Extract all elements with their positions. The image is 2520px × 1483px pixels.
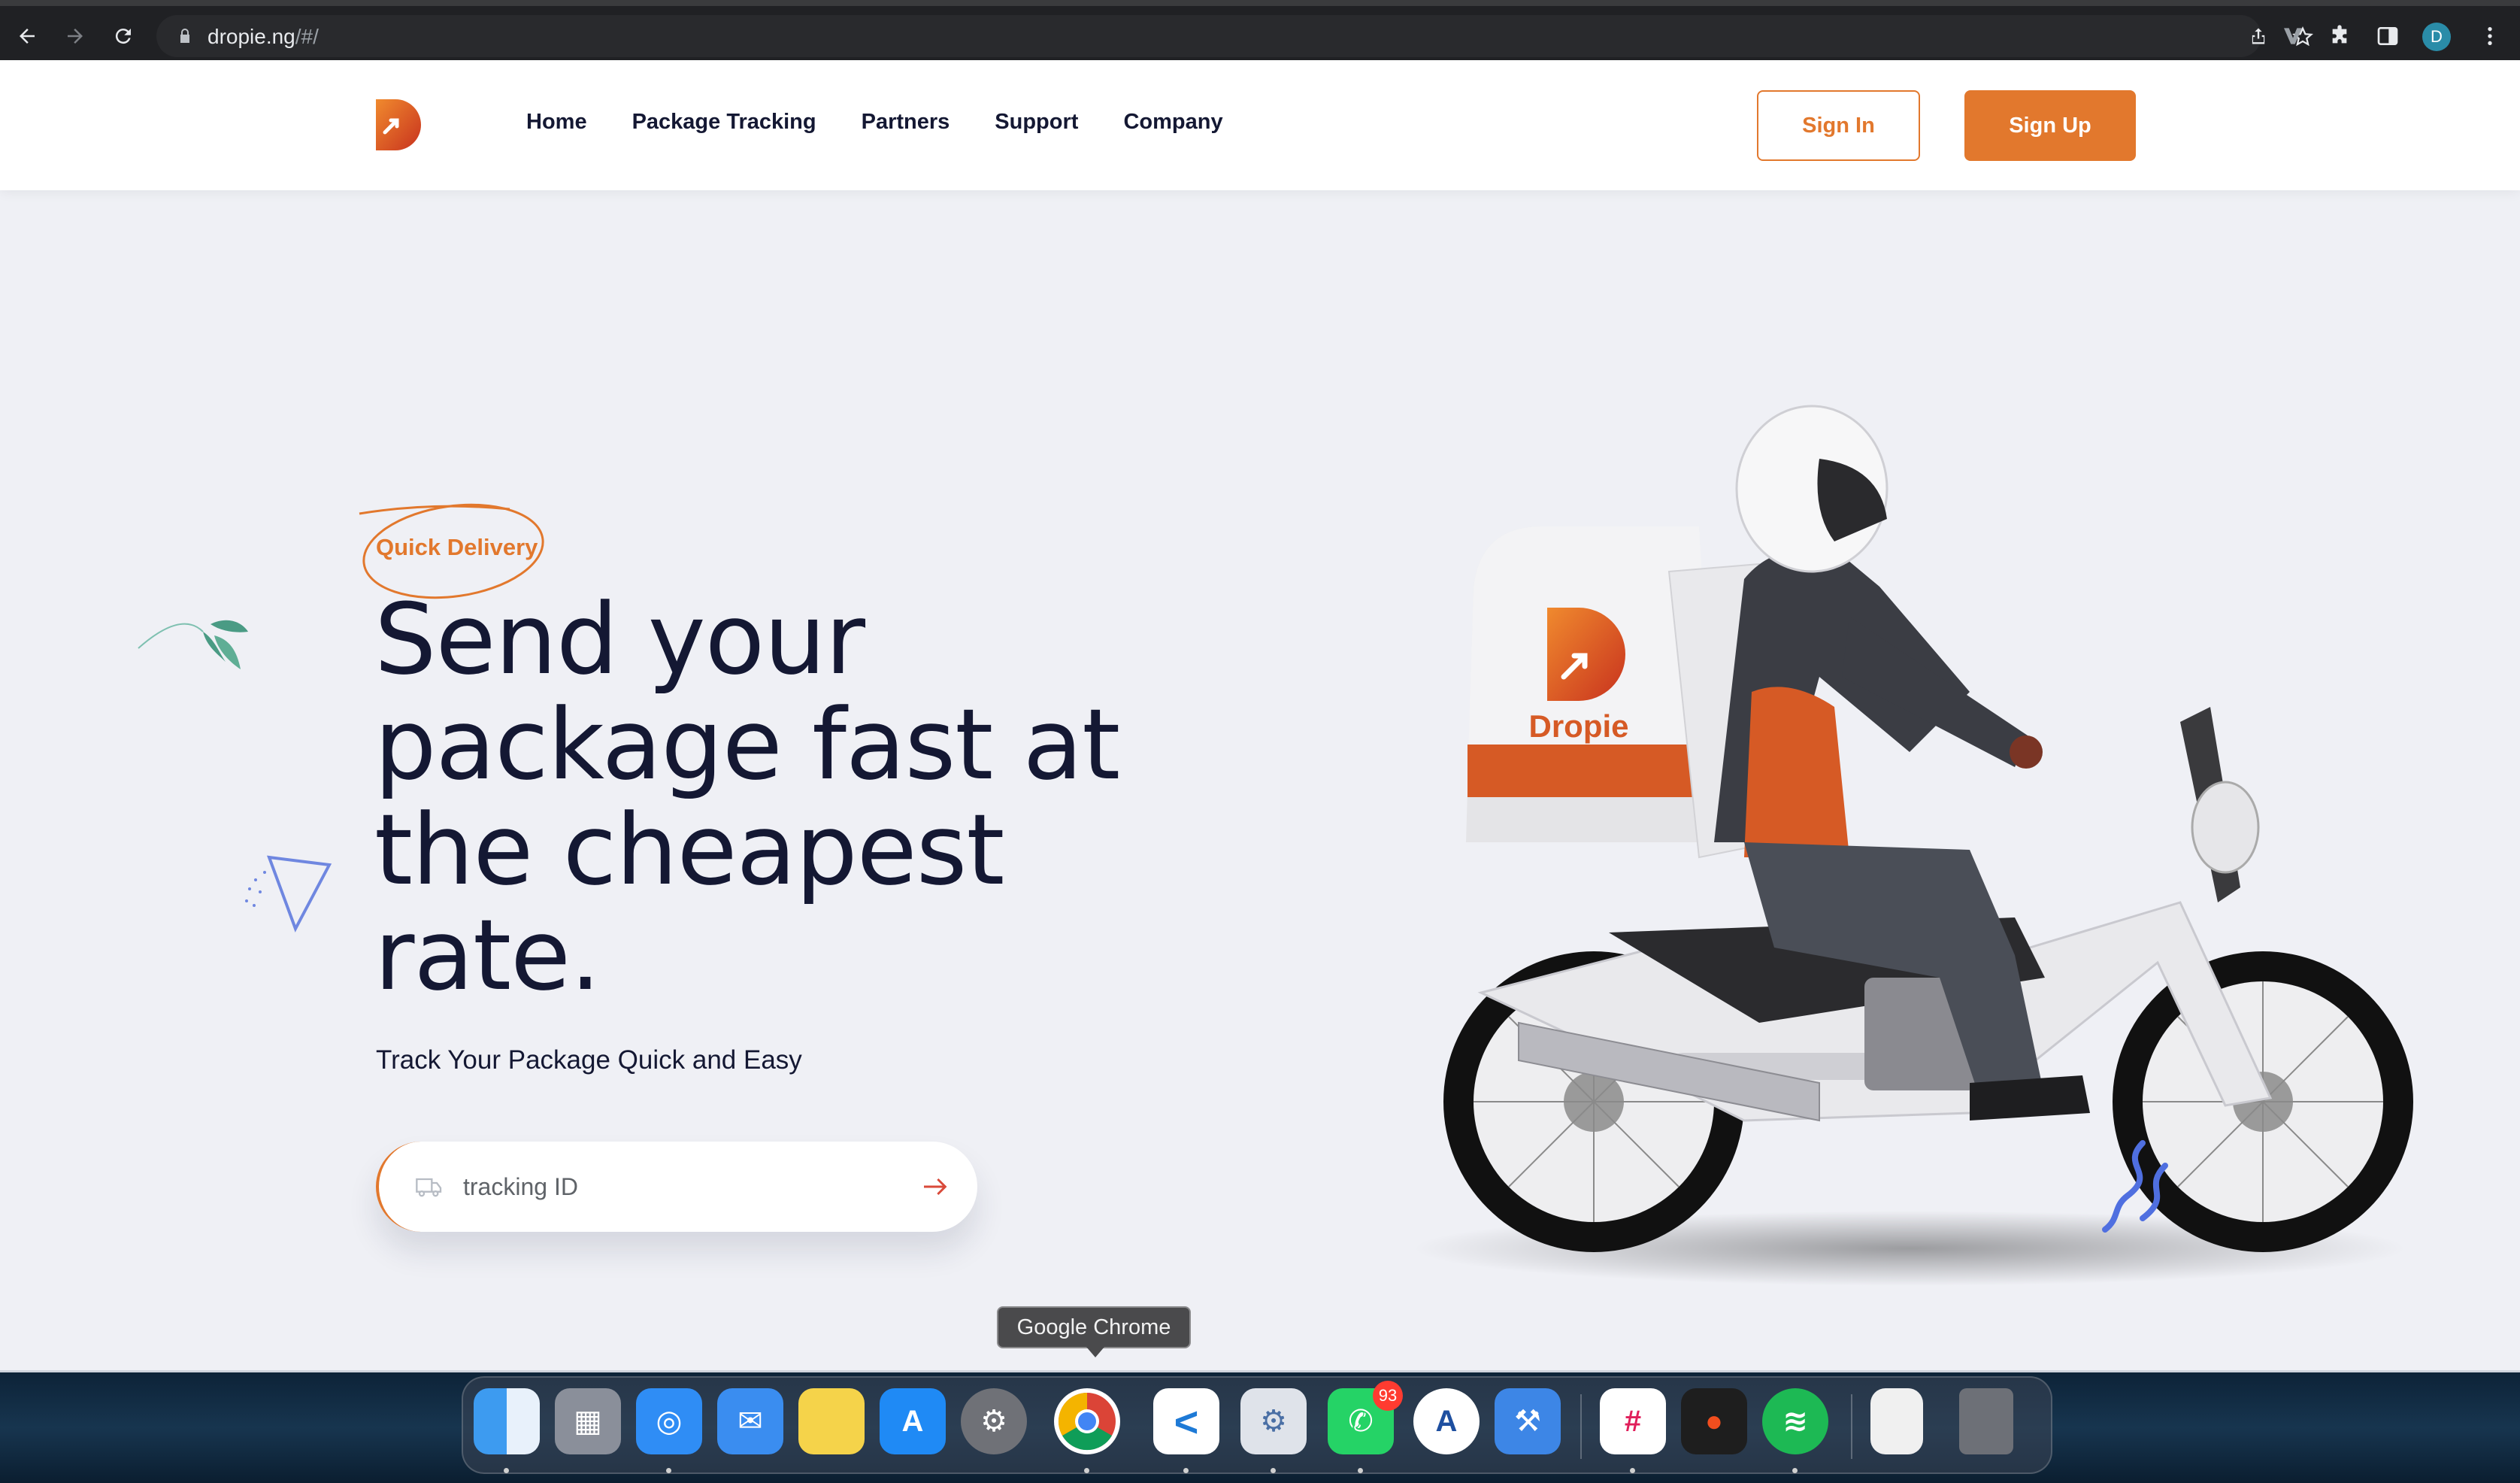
main-nav: Home Package Tracking Partners Support C… <box>526 110 1223 135</box>
dock-tooltip: Google Chrome <box>997 1306 1191 1357</box>
xcode-icon[interactable]: ⚒ <box>1495 1388 1561 1454</box>
dock-separator <box>1851 1394 1852 1459</box>
hero-subtitle: Track Your Package Quick and Easy <box>376 1045 802 1075</box>
running-indicator <box>1183 1468 1189 1473</box>
app-store-icon[interactable]: A <box>880 1388 946 1454</box>
nav-home[interactable]: Home <box>526 110 587 135</box>
sign-in-button[interactable]: Sign In <box>1757 90 1920 161</box>
reload-button[interactable] <box>105 18 141 54</box>
site-header: Home Package Tracking Partners Support C… <box>0 60 2520 190</box>
instruments-glyph: A <box>1435 1404 1458 1438</box>
dropie-logo[interactable] <box>374 98 423 152</box>
tracking-search-box <box>376 1142 977 1232</box>
chrome-menu-icon[interactable] <box>2478 24 2502 48</box>
address-bar[interactable]: dropie.ng/#/ <box>156 15 2313 57</box>
settings-icon[interactable]: ⚙ <box>1240 1388 1307 1454</box>
arrow-right-icon[interactable] <box>920 1172 950 1202</box>
vscode-icon[interactable]: < <box>1153 1388 1219 1454</box>
profile-avatar[interactable]: D <box>2422 23 2451 51</box>
running-indicator <box>666 1468 671 1473</box>
tracking-id-input[interactable] <box>463 1167 884 1206</box>
running-indicator <box>504 1468 509 1473</box>
delivery-rider-illustration: Dropie <box>1413 405 2413 1286</box>
url-text: dropie.ng/#/ <box>207 25 319 49</box>
leaf-decoration-icon <box>138 620 248 669</box>
running-indicator <box>1358 1468 1363 1473</box>
zip-archive-icon[interactable] <box>1870 1388 1923 1454</box>
share-icon[interactable] <box>2248 26 2269 47</box>
box-brand-text: Dropie <box>1528 708 1628 744</box>
figma-icon[interactable]: ● <box>1681 1388 1747 1454</box>
url-path: /#/ <box>295 25 319 48</box>
running-indicator <box>1792 1468 1798 1473</box>
chrome-logo-icon <box>1058 1392 1116 1451</box>
macos-dock: ▦ ◎ ✉ A ⚙ < ⚙ ✆ A ⚒ # ● ≋ <box>462 1376 2052 1474</box>
dock-separator <box>1580 1394 1582 1459</box>
safari-icon[interactable]: ◎ <box>636 1388 702 1454</box>
browser-toolbar: dropie.ng/#/ D <box>0 0 2520 60</box>
back-button[interactable] <box>9 18 45 54</box>
whatsapp-notification-badge: 93 <box>1373 1381 1403 1411</box>
notes-icon[interactable] <box>798 1388 865 1454</box>
lock-icon <box>180 29 189 43</box>
paper-plane-decoration-icon <box>245 855 332 933</box>
extension-v-icon[interactable] <box>2281 24 2305 48</box>
launchpad-icon[interactable]: ▦ <box>555 1388 621 1454</box>
page-viewport: Home Package Tracking Partners Support C… <box>0 60 2520 1372</box>
truck-icon <box>416 1178 442 1197</box>
instruments-icon[interactable]: A <box>1413 1388 1480 1454</box>
back-arrow-icon <box>20 29 35 44</box>
running-indicator <box>1630 1468 1635 1473</box>
hero-title: Send your package fast at the cheapest r… <box>374 582 1120 1012</box>
running-indicator <box>1084 1468 1089 1473</box>
forward-button[interactable] <box>57 18 93 54</box>
forward-arrow-icon <box>68 29 83 44</box>
vscode-glyph: < <box>1174 1397 1199 1445</box>
nav-support[interactable]: Support <box>995 110 1078 135</box>
settings-glyph: ⚙ <box>1260 1405 1287 1438</box>
system-preferences-icon[interactable]: ⚙ <box>961 1388 1027 1454</box>
trash-icon[interactable] <box>1959 1388 2013 1454</box>
side-panel-icon[interactable] <box>2376 24 2400 48</box>
spotify-icon[interactable]: ≋ <box>1762 1388 1828 1454</box>
reload-icon <box>115 29 131 44</box>
running-indicator <box>1271 1468 1276 1473</box>
mail-icon[interactable]: ✉ <box>717 1388 783 1454</box>
slack-icon[interactable]: # <box>1600 1388 1666 1454</box>
figma-glyph: ● <box>1704 1404 1724 1438</box>
nav-partners[interactable]: Partners <box>862 110 950 135</box>
sign-up-button[interactable]: Sign Up <box>1964 90 2136 161</box>
nav-package-tracking[interactable]: Package Tracking <box>632 110 816 135</box>
url-host: dropie.ng <box>207 25 295 48</box>
google-chrome-icon[interactable] <box>1054 1388 1120 1454</box>
slack-glyph: # <box>1624 1404 1642 1438</box>
squiggle-decoration-icon <box>2102 1140 2168 1233</box>
finder-icon[interactable] <box>474 1388 540 1454</box>
nav-company[interactable]: Company <box>1123 110 1222 135</box>
extensions-puzzle-icon[interactable] <box>2328 24 2352 48</box>
quick-delivery-tag: Quick Delivery <box>376 534 538 560</box>
